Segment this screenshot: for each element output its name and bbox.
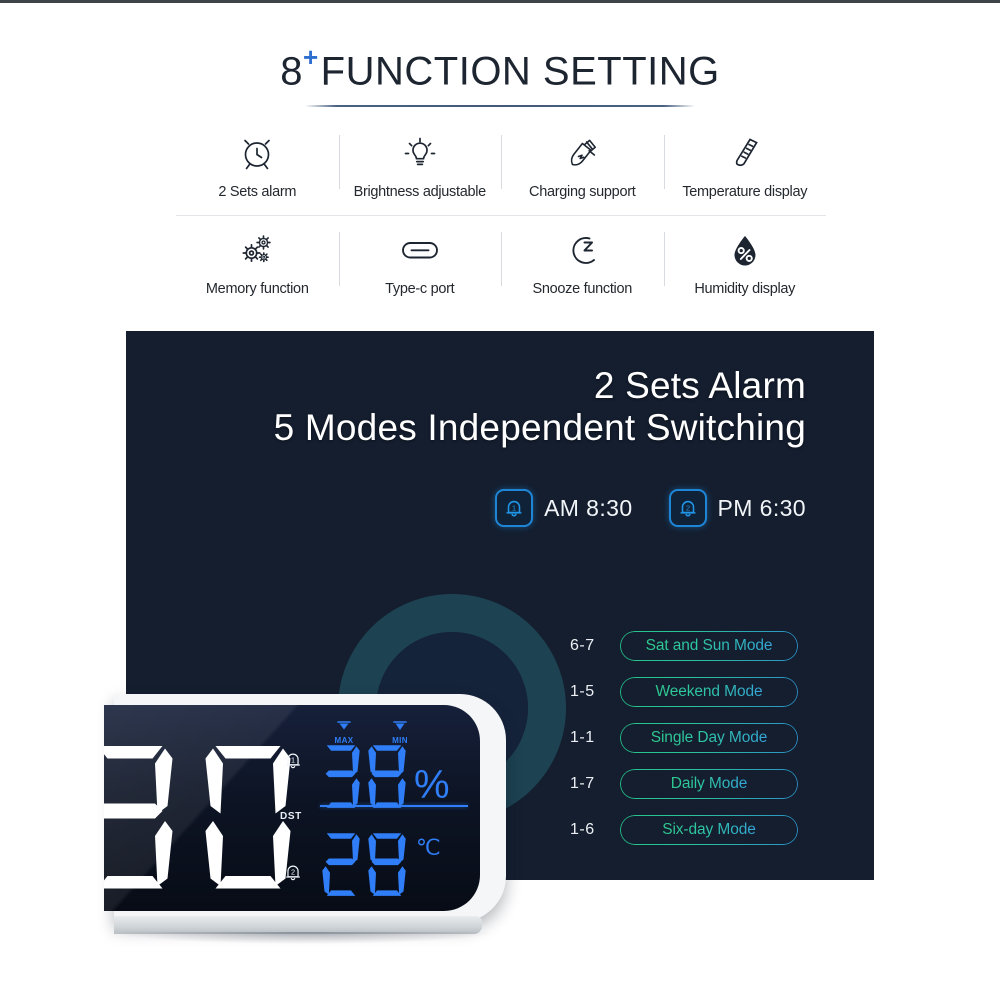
max-arrow-icon [337,721,351,730]
mode-pill-six-day[interactable]: Six-day Mode [620,815,798,845]
headline-line-2: 5 Modes Independent Switching [273,406,806,448]
usb-charging-icon [562,131,602,175]
mode-label: Daily Mode [670,775,748,792]
thermometer-icon [725,131,765,175]
title-plus-superscript: + [302,42,319,72]
feature-label: Charging support [529,184,636,200]
title-number: 8 [280,49,303,94]
alarm-1: 1 AM 8:30 [495,489,632,527]
mode-pill-weekend[interactable]: Weekend Mode [620,677,798,707]
mode-row: 1-1 Single Day Mode [570,723,798,753]
mode-pill-sat-and-sun[interactable]: Sat and Sun Mode [620,631,798,661]
moon-snooze-icon [562,228,602,272]
bell-1-icon[interactable]: 1 [495,489,534,527]
feature-label: 2 Sets alarm [218,184,297,200]
humidity-readout: % [318,743,450,809]
mode-label: Sat and Sun Mode [645,637,773,654]
temperature-readout: ℃ [318,831,441,897]
bell-2-icon[interactable]: 2 [668,489,707,527]
device-indicator-column: 1 DST 2 [280,733,318,897]
mode-range: 1-6 [570,821,595,838]
feature-row-divider [176,215,826,216]
feature-label: Humidity display [694,281,796,297]
type-c-port-icon [397,228,443,272]
feature-grid: 2 Sets alarm Brightness adjustable Charg… [176,127,826,305]
mode-range: 1-5 [570,683,595,700]
readout-divider [320,805,468,807]
mode-row: 1-6 Six-day Mode [570,815,798,845]
feature-label: Memory function [205,281,309,297]
mode-row: 1-5 Weekend Mode [570,677,798,707]
feature-label: Temperature display [682,184,808,200]
humidity-digit-3 [325,745,360,808]
feature-type-c-port: Type-c port [338,224,502,305]
min-arrow-icon [393,721,407,730]
feature-snooze-function: Snooze function [501,224,664,305]
temperature-digit-8 [368,833,406,896]
max-min-indicators: MAX MIN [322,719,442,745]
mode-pill-single-day[interactable]: Single Day Mode [620,723,798,753]
alarm-clock-device: 1 DST 2 MAX MIN % ℃ [104,694,506,950]
svg-text:2: 2 [291,868,295,877]
feature-charging-support: Charging support [501,127,664,208]
page-title: 8+FUNCTION SETTING [0,44,1000,94]
humidity-unit: % [414,763,450,807]
feature-label: Snooze function [532,281,633,297]
brightness-bulb-icon [400,131,440,175]
feature-brightness-adjustable: Brightness adjustable [338,127,502,208]
top-divider [0,0,1000,3]
mode-label: Single Day Mode [650,729,768,746]
alarm-times-group: 1 AM 8:30 2 PM 6:30 [495,489,806,527]
feature-label: Brightness adjustable [353,184,487,200]
min-indicator: MIN [378,719,422,745]
humidity-digit-8 [368,745,406,808]
device-bell-2-icon: 2 [282,861,304,890]
svg-text:1: 1 [291,756,295,765]
device-screen: 1 DST 2 MAX MIN % ℃ [104,705,480,911]
temperature-unit: ℃ [416,835,441,860]
mode-range: 6-7 [570,637,595,654]
title-underline [305,105,695,107]
mode-row: 1-7 Daily Mode [570,769,798,799]
feature-label: Type-c port [385,281,455,297]
clock-time-display [104,741,302,891]
feature-2-sets-alarm: 2 Sets alarm [176,127,339,208]
feature-row-2: Memory function Type-c port Snooze funct… [176,224,826,305]
feature-humidity-display: Humidity display [663,224,827,305]
feature-temperature-display: Temperature display [663,127,827,208]
feature-row-1: 2 Sets alarm Brightness adjustable Charg… [176,127,826,208]
headline-line-1: 2 Sets Alarm [593,365,806,406]
svg-text:1: 1 [512,503,516,512]
alarm-clock-icon [237,131,277,175]
clock-digit-3 [104,746,173,889]
max-indicator: MAX [322,719,366,745]
alarm-2-time: PM 6:30 [717,494,806,521]
mode-label: Six-day Mode [662,821,756,838]
dst-label: DST [280,811,302,822]
gears-memory-icon [237,228,277,272]
svg-text:2: 2 [685,503,689,512]
humidity-droplet-icon [725,228,765,272]
title-text: FUNCTION SETTING [320,49,720,94]
mode-range: 1-1 [570,729,595,746]
mode-label: Weekend Mode [655,683,763,700]
mode-row: 6-7 Sat and Sun Mode [570,631,798,661]
device-bell-1-icon: 1 [282,749,304,778]
temperature-digit-2 [322,833,360,896]
alarm-2: 2 PM 6:30 [668,489,806,527]
alarm-1-time: AM 8:30 [544,494,633,521]
mode-pill-daily[interactable]: Daily Mode [620,769,798,799]
feature-memory-function: Memory function [176,224,339,305]
mode-list: 6-7 Sat and Sun Mode 1-5 Weekend Mode 1-… [570,631,798,845]
mode-range: 1-7 [570,775,595,792]
device-shadow [120,932,490,944]
panel-headline: 2 Sets Alarm 5 Modes Independent Switchi… [274,365,806,449]
